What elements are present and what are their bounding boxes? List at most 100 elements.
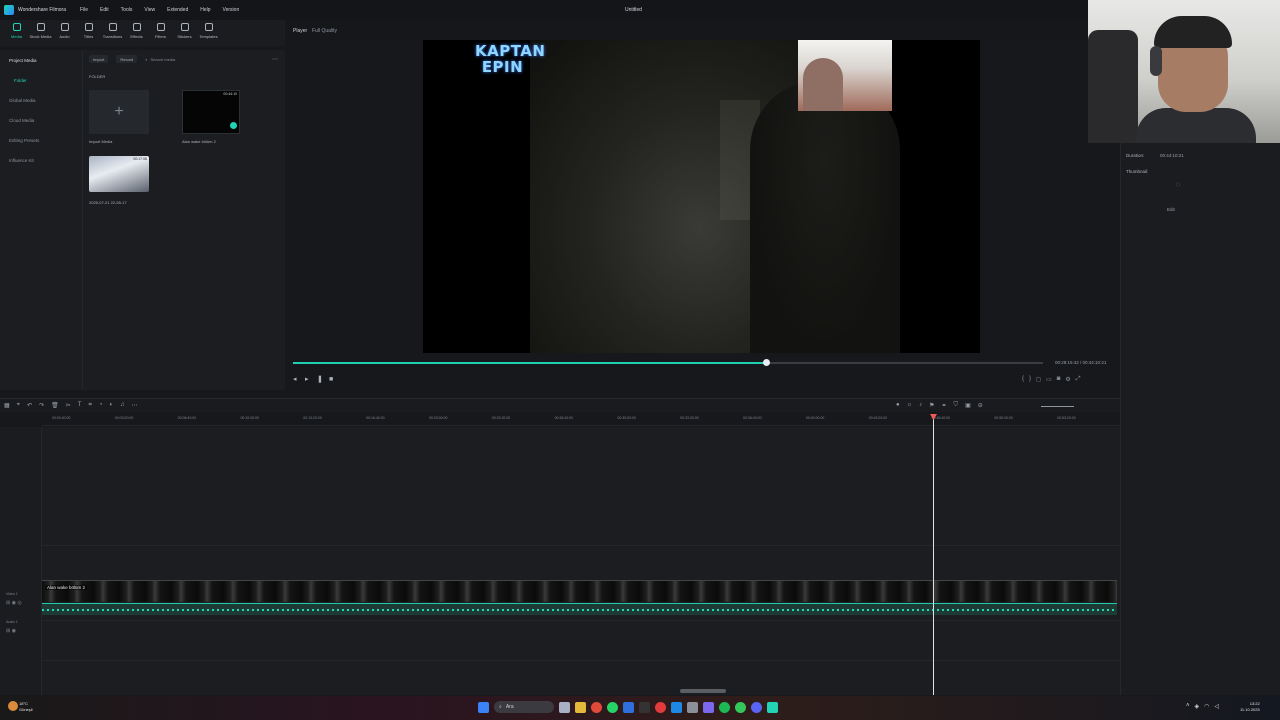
search-placeholder: Search media bbox=[150, 56, 176, 62]
weather-widget[interactable]: 18°C Güneşli bbox=[19, 701, 33, 713]
split-icon[interactable]: ✂ bbox=[66, 402, 71, 409]
task-view-icon[interactable] bbox=[559, 701, 570, 713]
timeline-ruler[interactable]: 00:00:00:00 00:03:20:00 00:06:40:00 00:1… bbox=[42, 414, 1120, 426]
chevron-up-icon[interactable]: ˄ bbox=[1186, 703, 1190, 710]
import-button[interactable]: Import bbox=[89, 55, 109, 63]
mark-out-icon[interactable]: } bbox=[1029, 376, 1031, 383]
record-button[interactable]: Record bbox=[116, 55, 138, 63]
timeline-zoom-slider[interactable] bbox=[1041, 406, 1074, 407]
tab-stickers[interactable]: Stickers bbox=[174, 20, 195, 46]
stop-icon[interactable]: ■ bbox=[329, 376, 335, 384]
sidebar-item-global-media[interactable]: Global Media bbox=[9, 98, 36, 103]
volume-icon[interactable]: ◁ bbox=[1214, 703, 1219, 710]
video-preview: KAPTAN EPIN bbox=[423, 40, 980, 353]
menu-extended[interactable]: Extended bbox=[167, 7, 188, 13]
marker-icon[interactable]: ⚑ bbox=[929, 402, 934, 409]
camera-icon[interactable]: ◙ bbox=[1057, 376, 1061, 383]
redo-icon[interactable]: ↷ bbox=[39, 402, 44, 409]
opera-icon[interactable] bbox=[655, 701, 666, 713]
pause-icon[interactable]: ❚ bbox=[317, 376, 323, 384]
display-icon[interactable]: ▭ bbox=[1046, 376, 1052, 383]
fullscreen-icon[interactable]: ⤢ bbox=[1076, 376, 1081, 383]
settings-icon[interactable]: ⚙ bbox=[1065, 376, 1070, 383]
tab-audio[interactable]: Audio bbox=[54, 20, 75, 46]
filmora-taskbar-icon[interactable] bbox=[767, 701, 778, 713]
import-media-tile[interactable]: + bbox=[89, 90, 149, 134]
menu-tools[interactable]: Tools bbox=[121, 7, 133, 13]
timeline-area[interactable] bbox=[0, 427, 1120, 695]
delete-icon[interactable]: 🗑 bbox=[51, 402, 59, 409]
zoom-out-icon[interactable]: ⊖ bbox=[978, 402, 983, 409]
mark-in-icon[interactable]: { bbox=[1022, 376, 1024, 383]
thumbnail-preview[interactable]: ◌ bbox=[1169, 177, 1187, 191]
search-field[interactable]: ⌕ Search media bbox=[145, 57, 175, 62]
ruler-tick: 00:00:00:00 bbox=[52, 416, 71, 420]
link-icon[interactable]: ⚭ bbox=[942, 402, 947, 409]
network-icon[interactable]: ◈ bbox=[1195, 703, 1200, 710]
discord-icon[interactable] bbox=[703, 701, 714, 713]
media-clip-alan-wake[interactable]: 00:44:10 bbox=[182, 90, 240, 134]
pip-icon[interactable]: ▣ bbox=[965, 402, 971, 409]
sidebar-item-cloud-media[interactable]: Cloud Media bbox=[9, 118, 34, 123]
color-icon[interactable]: ◐ bbox=[109, 402, 113, 409]
menu-edit[interactable]: Edit bbox=[100, 7, 109, 13]
windows-start-icon[interactable] bbox=[478, 701, 489, 713]
edit-thumbnail-button[interactable]: Edit bbox=[1167, 207, 1175, 212]
taskbar-clock[interactable]: 13:22 11.10.2025 bbox=[1240, 701, 1260, 713]
more-options-icon[interactable]: ⋯ bbox=[272, 56, 278, 63]
layout-icon[interactable]: ▦ bbox=[4, 402, 10, 409]
crop-icon[interactable]: ⌗ bbox=[88, 402, 91, 409]
menu-help[interactable]: Help bbox=[200, 7, 210, 13]
weather-icon[interactable] bbox=[8, 701, 18, 711]
speed-icon[interactable]: ◔ bbox=[99, 402, 103, 409]
tab-stock-media[interactable]: Stock Media bbox=[30, 20, 52, 46]
shield-icon[interactable]: ⛉ bbox=[954, 402, 959, 409]
timeline-playhead[interactable] bbox=[933, 414, 934, 695]
spotify-icon[interactable] bbox=[719, 701, 730, 713]
menu-file[interactable]: File bbox=[80, 7, 88, 13]
scrubber-handle[interactable] bbox=[762, 359, 770, 366]
file-explorer-icon[interactable] bbox=[575, 701, 586, 713]
audio-mute-icon[interactable]: ⊞ ◉ bbox=[6, 628, 16, 634]
taskbar-search[interactable]: ⌕ Ara bbox=[494, 701, 554, 713]
snap-icon[interactable]: ● bbox=[896, 402, 900, 409]
app-icon[interactable] bbox=[751, 701, 762, 713]
text-icon[interactable]: T bbox=[78, 402, 82, 409]
obs-icon[interactable] bbox=[639, 701, 650, 713]
tab-transitions[interactable]: Transitions bbox=[102, 20, 123, 46]
xbox-icon[interactable] bbox=[735, 701, 746, 713]
more-tools-icon[interactable]: ⋯ bbox=[132, 402, 138, 409]
sidebar-item-project-media[interactable]: Project Media bbox=[9, 58, 37, 63]
sun-icon[interactable]: ☼ bbox=[907, 402, 913, 409]
steam-icon[interactable] bbox=[623, 701, 634, 713]
media-clip-recording[interactable]: 00:17:08 bbox=[89, 156, 149, 192]
play-icon[interactable]: ▸ bbox=[305, 376, 311, 384]
audio-detach-icon[interactable]: ♫ bbox=[120, 402, 125, 409]
tab-templates[interactable]: Templates bbox=[198, 20, 219, 46]
previous-frame-icon[interactable]: ◂ bbox=[293, 376, 299, 384]
tab-titles[interactable]: Titles bbox=[78, 20, 99, 46]
menu-version[interactable]: Version bbox=[223, 7, 240, 13]
store-icon[interactable] bbox=[687, 701, 698, 713]
wifi-icon[interactable]: ◠ bbox=[1204, 703, 1209, 710]
mic-icon[interactable]: ♪ bbox=[919, 402, 922, 409]
tab-media[interactable]: Media bbox=[6, 20, 27, 46]
undo-icon[interactable]: ↶ bbox=[27, 402, 32, 409]
snapshot-icon[interactable]: ◻ bbox=[1036, 376, 1041, 383]
timeline-scrollbar[interactable] bbox=[680, 689, 726, 693]
menu-view[interactable]: View bbox=[144, 7, 155, 13]
playback-scrubber[interactable] bbox=[293, 359, 1043, 366]
chrome-icon[interactable] bbox=[591, 701, 602, 713]
audio-clip[interactable] bbox=[42, 603, 1117, 615]
tab-effects[interactable]: Effects bbox=[126, 20, 147, 46]
tab-filters[interactable]: Filters bbox=[150, 20, 171, 46]
sidebar-item-editing-presets[interactable]: Editing Presets bbox=[9, 138, 39, 143]
video-clip[interactable]: Alan wake bölüm 2 bbox=[42, 580, 1117, 602]
edge-icon[interactable] bbox=[671, 701, 682, 713]
sidebar-item-influence-kit[interactable]: Influence Kit bbox=[9, 158, 34, 163]
select-icon[interactable]: ⌖ bbox=[17, 402, 20, 409]
whatsapp-icon[interactable] bbox=[607, 701, 618, 713]
quality-dropdown[interactable]: Full Quality bbox=[312, 28, 337, 34]
track-lock-icon[interactable]: ⊞ ◉ ◎ bbox=[6, 600, 22, 606]
sidebar-item-folder[interactable]: Folder bbox=[14, 78, 27, 83]
